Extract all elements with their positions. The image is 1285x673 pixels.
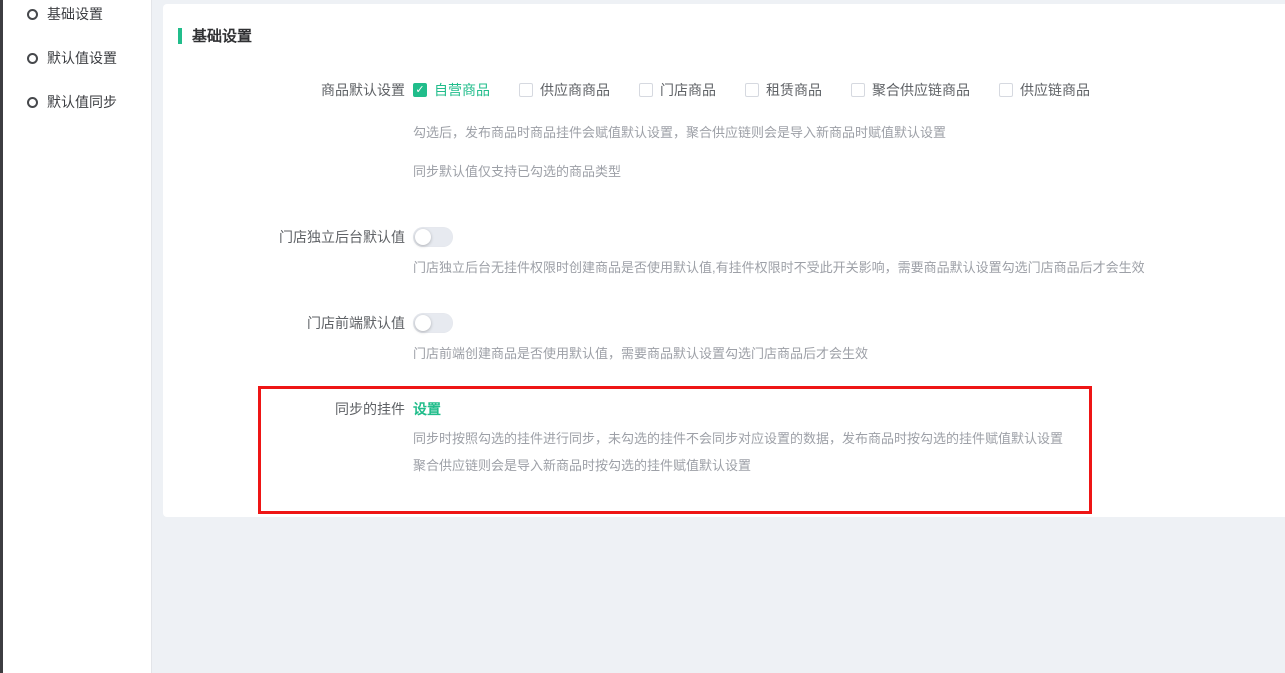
sidebar-item-basic-settings[interactable]: 基础设置 — [27, 2, 151, 26]
product-defaults-row: 商品默认设置 ✓ 自营商品 ✓ 供应商商品 ✓ 门店商品 ✓ 租赁商品 ✓ 聚合… — [163, 79, 1285, 101]
store-front-default-toggle[interactable] — [413, 313, 453, 333]
checkbox-icon: ✓ — [999, 83, 1013, 97]
toggle-knob — [415, 315, 431, 331]
sidebar-item-label: 基础设置 — [47, 4, 103, 24]
sync-widgets-row: 同步的挂件 设置 — [163, 398, 1285, 420]
checkbox-icon: ✓ — [519, 83, 533, 97]
product-defaults-label: 商品默认设置 — [163, 80, 405, 100]
section-title: 基础设置 — [192, 25, 252, 46]
store-backend-default-help: 门店独立后台无挂件权限时创建商品是否使用默认值,有挂件权限时不受此开关影响，需要… — [413, 258, 1265, 278]
checkbox-icon: ✓ — [639, 83, 653, 97]
product-defaults-help-2: 同步默认值仅支持已勾选的商品类型 — [413, 162, 1265, 182]
sidebar-item-default-value-settings[interactable]: 默认值设置 — [27, 46, 151, 70]
basic-settings-panel: 基础设置 商品默认设置 ✓ 自营商品 ✓ 供应商商品 ✓ 门店商品 ✓ 租赁商品… — [163, 4, 1285, 517]
section-header: 基础设置 — [178, 25, 252, 46]
radio-icon — [27, 97, 38, 108]
checkbox-store-product[interactable]: ✓ 门店商品 — [639, 80, 716, 100]
radio-icon — [27, 53, 38, 64]
product-type-checkbox-group: ✓ 自营商品 ✓ 供应商商品 ✓ 门店商品 ✓ 租赁商品 ✓ 聚合供应链商品 ✓… — [413, 80, 1090, 100]
sync-widgets-help-1: 同步时按照勾选的挂件进行同步，未勾选的挂件不会同步对应设置的数据，发布商品时按勾… — [413, 429, 1265, 449]
checkbox-icon: ✓ — [851, 83, 865, 97]
store-front-default-row: 门店前端默认值 — [163, 313, 1285, 333]
accent-bar — [178, 28, 182, 44]
checkbox-supplier-product[interactable]: ✓ 供应商商品 — [519, 80, 610, 100]
checkbox-aggregate-supply-chain-product[interactable]: ✓ 聚合供应链商品 — [851, 80, 970, 100]
store-backend-default-label: 门店独立后台默认值 — [163, 227, 405, 247]
checkbox-icon: ✓ — [413, 83, 427, 97]
sidebar-item-label: 默认值同步 — [47, 92, 117, 112]
radio-icon — [27, 9, 38, 20]
sync-widgets-help-2: 聚合供应链则会是导入新商品时按勾选的挂件赋值默认设置 — [413, 456, 1265, 476]
checkbox-supply-chain-product[interactable]: ✓ 供应链商品 — [999, 80, 1090, 100]
sync-widgets-settings-link[interactable]: 设置 — [413, 399, 441, 419]
sidebar-item-label: 默认值设置 — [47, 48, 117, 68]
check-icon: ✓ — [415, 85, 424, 96]
sync-widgets-label: 同步的挂件 — [163, 399, 405, 419]
toggle-knob — [415, 229, 431, 245]
store-front-default-help: 门店前端创建商品是否使用默认值，需要商品默认设置勾选门店商品后才会生效 — [413, 344, 1265, 364]
settings-sidebar: 基础设置 默认值设置 默认值同步 — [3, 0, 152, 673]
store-backend-default-toggle[interactable] — [413, 227, 453, 247]
checkbox-icon: ✓ — [745, 83, 759, 97]
checkbox-lease-product[interactable]: ✓ 租赁商品 — [745, 80, 822, 100]
store-front-default-label: 门店前端默认值 — [163, 313, 405, 333]
store-backend-default-row: 门店独立后台默认值 — [163, 227, 1285, 247]
product-defaults-help-1: 勾选后，发布商品时商品挂件会赋值默认设置，聚合供应链则会是导入新商品时赋值默认设… — [413, 123, 1265, 143]
sidebar-item-default-value-sync[interactable]: 默认值同步 — [27, 90, 151, 114]
checkbox-self-operated-product[interactable]: ✓ 自营商品 — [413, 80, 490, 100]
